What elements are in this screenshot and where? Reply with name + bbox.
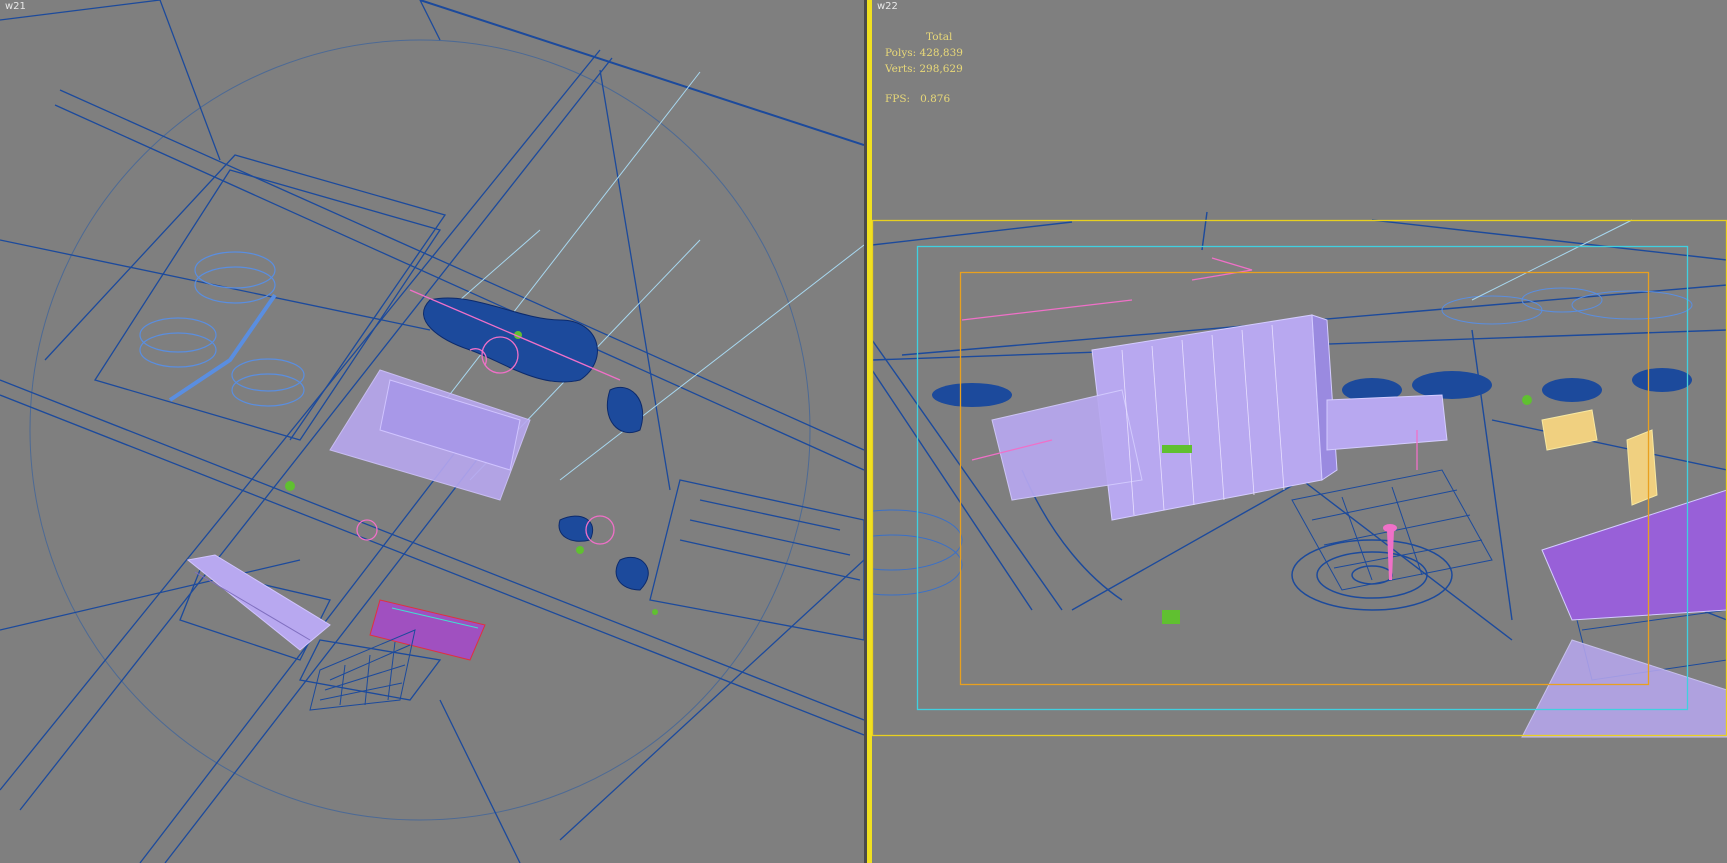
viewport-left[interactable]: w21 (0, 0, 864, 863)
fps-value: 0.876 (920, 93, 951, 105)
polys-value: 428,839 (919, 47, 963, 59)
verts-label: Verts: (885, 63, 916, 75)
viewport-label[interactable]: w22 (877, 1, 898, 12)
viewport-right[interactable]: w22 Total Polys: 428,839 Verts: 298,629 … (872, 0, 1727, 863)
stats-header: Total (926, 31, 953, 43)
right-scene-wireframe (872, 211, 1727, 738)
statistics-overlay: Total Polys: 428,839 Verts: 298,629 FPS:… (885, 29, 963, 107)
verts-value: 298,629 (919, 63, 963, 75)
fps-label: FPS: (885, 93, 911, 105)
left-scene-wireframe (0, 0, 864, 863)
viewport-label[interactable]: w21 (5, 1, 26, 12)
polys-label: Polys: (885, 47, 917, 59)
